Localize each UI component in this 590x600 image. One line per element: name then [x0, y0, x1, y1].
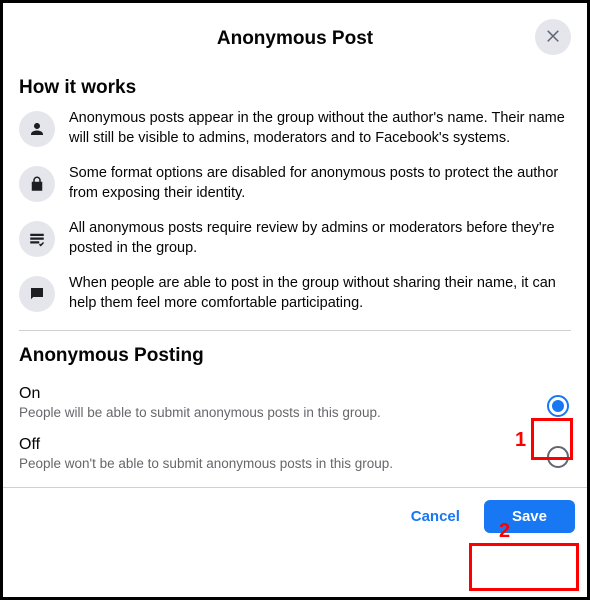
annotation-box-2	[469, 543, 579, 591]
how-it-works-heading: How it works	[19, 77, 571, 99]
radio-on[interactable]	[547, 395, 569, 417]
option-off-desc: People won't be able to submit anonymous…	[19, 456, 547, 471]
info-row: When people are able to post in the grou…	[19, 274, 571, 313]
info-text: Some format options are disabled for ano…	[69, 164, 571, 203]
radio-off[interactable]	[547, 446, 569, 468]
option-on-label: On	[19, 385, 547, 403]
close-button[interactable]	[535, 19, 571, 55]
anonymous-posting-heading: Anonymous Posting	[19, 345, 571, 367]
info-row: All anonymous posts require review by ad…	[19, 219, 571, 258]
dialog-header: Anonymous Post	[19, 15, 571, 63]
cancel-button[interactable]: Cancel	[395, 500, 476, 533]
info-row: Some format options are disabled for ano…	[19, 164, 571, 203]
info-text: When people are able to post in the grou…	[69, 274, 571, 313]
person-icon	[19, 111, 55, 147]
lock-icon	[19, 166, 55, 202]
close-icon	[544, 26, 562, 49]
info-text: Anonymous posts appear in the group with…	[69, 109, 571, 148]
option-on-row[interactable]: On People will be able to submit anonymo…	[19, 377, 571, 428]
dialog-title: Anonymous Post	[217, 28, 373, 50]
option-off-label: Off	[19, 436, 547, 454]
option-on-desc: People will be able to submit anonymous …	[19, 405, 547, 420]
info-row: Anonymous posts appear in the group with…	[19, 109, 571, 148]
info-text: All anonymous posts require review by ad…	[69, 219, 571, 258]
dialog-footer: Cancel Save	[3, 487, 587, 545]
chat-icon	[19, 276, 55, 312]
option-off-row[interactable]: Off People won't be able to submit anony…	[19, 428, 571, 479]
divider	[19, 330, 571, 331]
save-button[interactable]: Save	[484, 500, 575, 533]
review-icon	[19, 221, 55, 257]
